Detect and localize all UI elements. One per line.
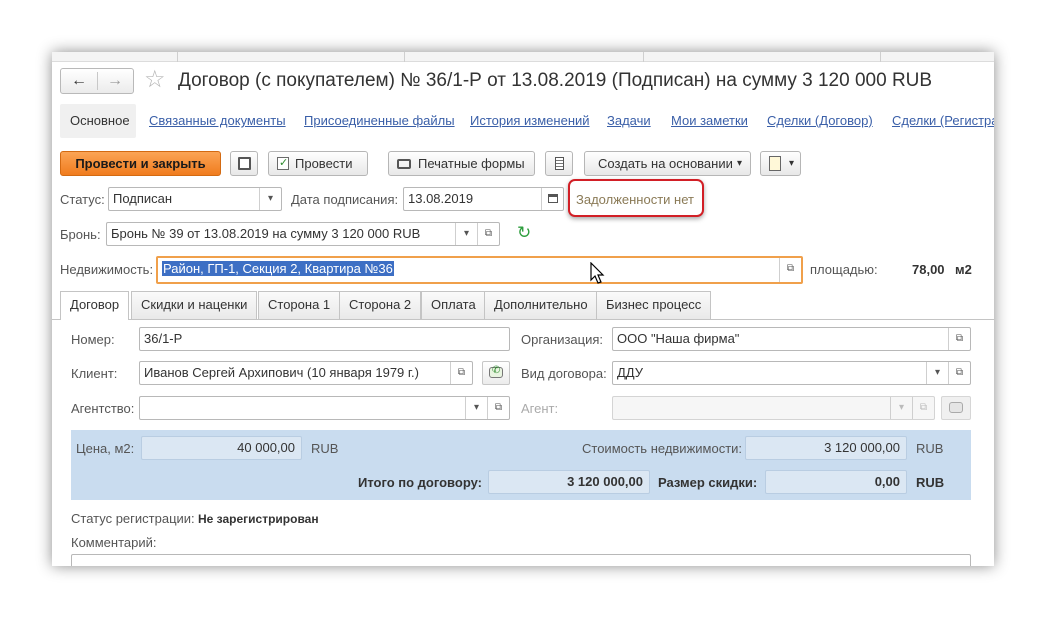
registration-status-label: Статус регистрации: xyxy=(71,511,195,526)
organization-field[interactable]: ООО "Наша фирма" ⧉ xyxy=(612,327,971,351)
subtab-discounts[interactable]: Скидки и наценки xyxy=(131,291,258,319)
agent-field: ▾ ⧉ xyxy=(612,396,935,420)
chevron-down-icon: ▾ xyxy=(890,397,912,419)
printer-icon xyxy=(397,159,411,169)
save-button[interactable] xyxy=(230,151,258,176)
call-client-button[interactable]: ✆ xyxy=(482,361,510,385)
contract-type-label: Вид договора: xyxy=(521,366,607,381)
document-window: ← → ☆ Договор (с покупателем) № 36/1-Р о… xyxy=(52,52,994,566)
post-icon: ✓ xyxy=(277,157,289,170)
subtab-payment[interactable]: Оплата xyxy=(421,291,486,319)
open-icon[interactable]: ⧉ xyxy=(450,362,472,384)
refresh-icon[interactable]: ↻ xyxy=(517,223,531,243)
create-based-on-button[interactable]: Создать на основании ▾ xyxy=(584,151,751,176)
post-button[interactable]: ✓ Провести xyxy=(268,151,368,176)
debt-status-text: Задолженности нет xyxy=(576,192,694,207)
agent-label: Агент: xyxy=(521,401,559,416)
subtab-additional[interactable]: Дополнительно xyxy=(484,291,598,319)
chevron-down-icon[interactable]: ▾ xyxy=(926,362,948,384)
open-icon: ⧉ xyxy=(912,397,934,419)
post-and-close-button[interactable]: Провести и закрыть xyxy=(60,151,221,176)
window-title: Договор (с покупателем) № 36/1-Р от 13.0… xyxy=(178,70,933,91)
calendar-icon[interactable] xyxy=(541,188,563,210)
tab-main[interactable]: Основное xyxy=(60,104,136,138)
tab-attached-files[interactable]: Присоединенные файлы xyxy=(304,113,455,128)
price-currency: RUB xyxy=(311,441,339,456)
chevron-down-icon[interactable]: ▾ xyxy=(259,188,281,210)
number-label: Номер: xyxy=(71,332,115,347)
registration-status-value: Не зарегистрирован xyxy=(198,512,319,526)
print-forms-button[interactable]: Печатные формы xyxy=(388,151,535,176)
chevron-down-icon: ▾ xyxy=(736,158,742,169)
open-icon[interactable]: ⧉ xyxy=(948,362,970,384)
open-icon[interactable]: ⧉ xyxy=(487,397,509,419)
mouse-cursor-icon xyxy=(590,262,605,284)
chevron-down-icon[interactable]: ▾ xyxy=(455,223,477,245)
contract-type-select[interactable]: ДДУ ▾ ⧉ xyxy=(612,361,971,385)
client-label: Клиент: xyxy=(71,366,118,381)
client-field[interactable]: Иванов Сергей Архипович (10 января 1979 … xyxy=(139,361,473,385)
cost-currency: RUB xyxy=(916,441,944,456)
agency-field[interactable]: ▾ ⧉ xyxy=(139,396,510,420)
tab-history[interactable]: История изменений xyxy=(470,113,590,128)
phone-icon: ✆ xyxy=(489,366,503,378)
total-field[interactable]: 3 120 000,00 xyxy=(488,470,650,494)
tab-deals-contract[interactable]: Сделки (Договор) xyxy=(767,113,873,128)
tab-notes[interactable]: Мои заметки xyxy=(671,113,748,128)
document-clip-icon xyxy=(769,156,781,171)
forward-icon[interactable]: → xyxy=(107,71,123,91)
comment-label: Комментарий: xyxy=(71,535,157,550)
subtab-contract[interactable]: Договор xyxy=(60,291,130,320)
property-label: Недвижимость: xyxy=(60,262,154,277)
property-cost-label: Стоимость недвижимости: xyxy=(582,441,743,456)
chevron-down-icon[interactable]: ▾ xyxy=(465,397,487,419)
save-icon xyxy=(237,157,251,170)
nav-buttons: ← → xyxy=(60,68,134,94)
sign-date-label: Дата подписания: xyxy=(291,192,399,207)
discount-field[interactable]: 0,00 xyxy=(765,470,907,494)
debt-status-highlight: Задолженности нет xyxy=(568,179,704,217)
comment-textarea[interactable] xyxy=(71,554,971,566)
booking-field[interactable]: Бронь № 39 от 13.08.2019 на сумму 3 120 … xyxy=(106,222,500,246)
back-icon[interactable]: ← xyxy=(71,71,87,91)
tab-related-docs[interactable]: Связанные документы xyxy=(149,113,286,128)
status-label: Статус: xyxy=(60,192,105,207)
sign-date-field[interactable]: 13.08.2019 xyxy=(403,187,564,211)
subtab-side-1[interactable]: Сторона 1 xyxy=(258,291,341,319)
discount-label: Размер скидки: xyxy=(658,475,758,490)
discount-currency: RUB xyxy=(916,475,945,490)
area-unit: м2 xyxy=(955,262,972,277)
subtabs-divider xyxy=(52,319,994,320)
report-button[interactable] xyxy=(545,151,573,176)
phone-icon xyxy=(949,402,963,413)
favorite-star-icon[interactable]: ☆ xyxy=(144,67,166,93)
subtab-side-2[interactable]: Сторона 2 xyxy=(339,291,422,319)
area-label: площадью: xyxy=(810,262,878,277)
subtab-business-process[interactable]: Бизнес процесс xyxy=(596,291,712,319)
organization-label: Организация: xyxy=(521,332,604,347)
open-icon[interactable]: ⧉ xyxy=(779,258,801,282)
total-label: Итого по договору: xyxy=(358,475,482,490)
number-field[interactable]: 36/1-Р xyxy=(139,327,510,351)
price-per-m2-label: Цена, м2: xyxy=(76,441,135,456)
status-select[interactable]: Подписан ▾ xyxy=(108,187,282,211)
top-strip xyxy=(52,52,994,62)
chevron-down-icon: ▾ xyxy=(788,158,794,169)
booking-label: Бронь: xyxy=(60,227,101,242)
open-icon[interactable]: ⧉ xyxy=(948,328,970,350)
report-icon xyxy=(554,157,564,170)
property-field[interactable]: Район, ГП-1, Секция 2, Квартира №36 ⧉ xyxy=(156,256,803,284)
price-per-m2-field[interactable]: 40 000,00 xyxy=(141,436,302,460)
agency-label: Агентство: xyxy=(71,401,135,416)
property-cost-field[interactable]: 3 120 000,00 xyxy=(745,436,907,460)
attachments-menu-button[interactable]: ▾ xyxy=(760,151,801,176)
open-icon[interactable]: ⧉ xyxy=(477,223,499,245)
call-agent-button xyxy=(941,396,971,420)
tab-tasks[interactable]: Задачи xyxy=(607,113,651,128)
area-value: 78,00 xyxy=(912,262,945,277)
tab-deals-registry[interactable]: Сделки (Регистра xyxy=(892,113,994,128)
